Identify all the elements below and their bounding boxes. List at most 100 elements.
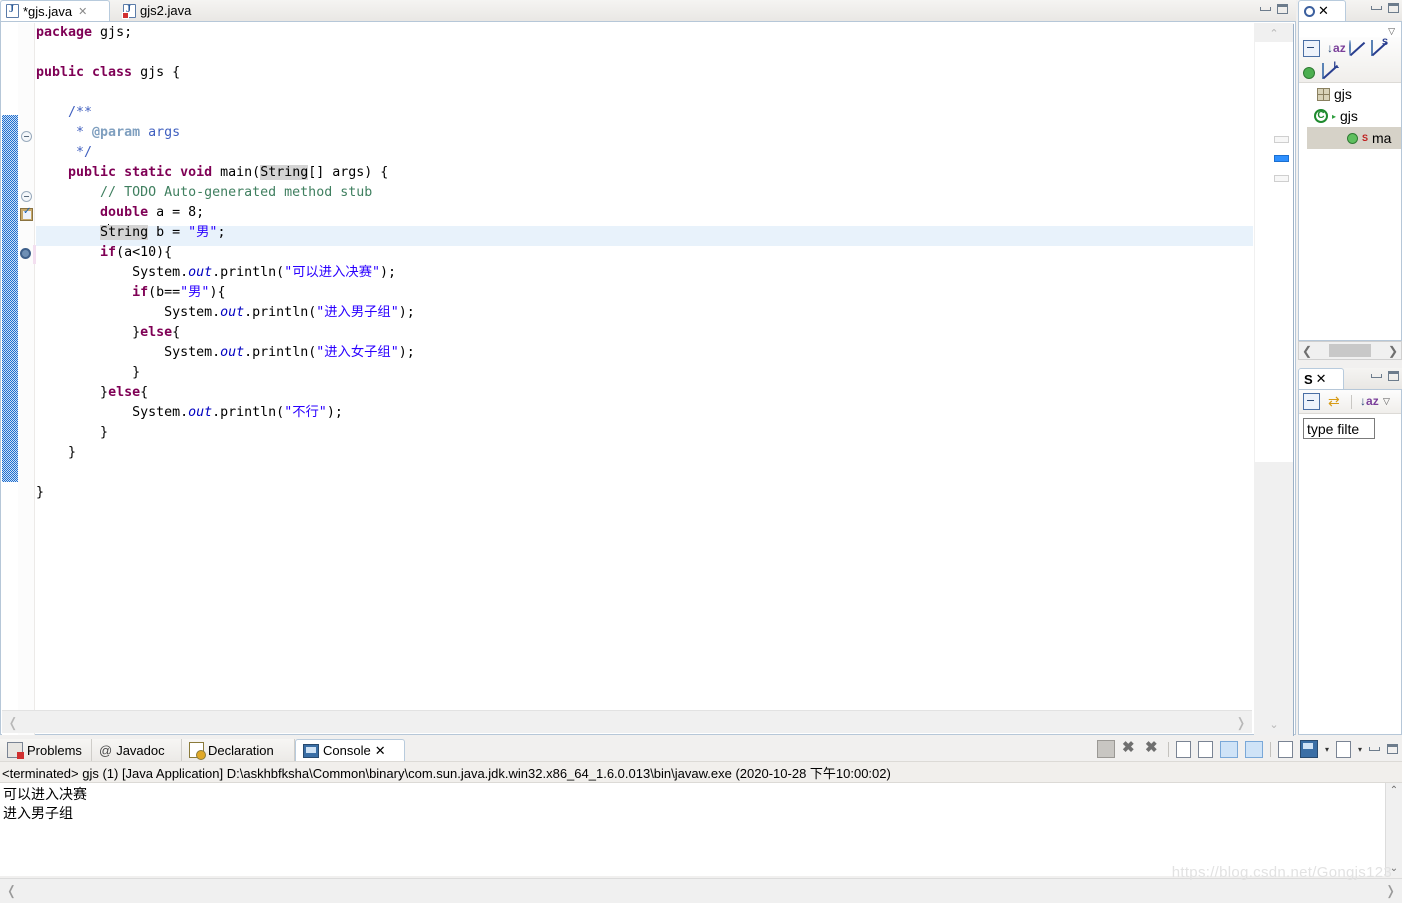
close-icon[interactable]: ✕ [78,5,87,18]
scrollbar-thumb[interactable] [1255,42,1294,462]
static-badge: S [1362,133,1369,143]
declaration-icon [189,742,206,760]
source-code[interactable]: package gjs; public class gjs { /** * @pa… [36,23,415,503]
console-launch-label: <terminated> gjs (1) [Java Application] … [0,761,1402,783]
hide-fields-icon[interactable] [1349,40,1366,57]
open-console-button[interactable] [1335,740,1351,758]
chevron-down-icon[interactable]: ▽ [1388,26,1395,36]
tasks-tab-strip: S ✕ [1298,368,1402,390]
terminate-button[interactable] [1096,740,1115,758]
method-icon [1347,132,1358,144]
tab-javadoc[interactable]: @ Javadoc [92,739,182,761]
fold-collapse-icon[interactable] [21,131,32,142]
tab-tasks[interactable]: S ✕ [1298,368,1344,389]
remove-launch-button[interactable]: ✖ [1122,740,1138,757]
fold-collapse-icon[interactable] [21,191,32,202]
console-output-line: 可以进入决赛 [3,786,87,802]
clear-console-button[interactable] [1175,740,1191,758]
outline-item-class[interactable]: C ▸ gjs [1299,105,1401,127]
filter-input[interactable]: type filte [1303,418,1375,439]
scroll-right-icon[interactable]: ❭ [1230,711,1252,734]
remove-all-terminated-button[interactable]: ✖ [1145,740,1161,757]
editor-tab-label: *gjs.java [23,3,73,19]
outline-toolbar: ↓az S L [1299,37,1401,83]
scroll-down-icon[interactable]: ⌄ [1386,863,1402,874]
scroll-lock-button[interactable] [1197,740,1213,758]
filter-input-value: type filte [1307,420,1360,437]
show-console-on-error-button[interactable] [1244,740,1263,758]
outline-item-main-method[interactable]: S ma [1307,127,1401,149]
eclipse-workbench: *gjs.java ✕ gjs2.java [0,0,1402,903]
chevron-down-icon[interactable]: ▽ [1383,396,1390,407]
hide-nonpublic-icon[interactable] [1303,66,1315,79]
folding-gutter[interactable] [18,23,35,735]
tab-outline[interactable]: ✕ [1298,0,1346,21]
breakpoint-marker-icon[interactable] [20,248,31,259]
outline-icon [1304,5,1315,17]
scroll-up-icon[interactable]: ⌃ [1386,785,1402,796]
toolbar-separator [1269,741,1271,757]
maximize-icon[interactable] [1387,744,1398,754]
outline-horizontal-scrollbar[interactable]: ❮ ❯ [1298,341,1402,360]
console-output[interactable]: 可以进入决赛 进入男子组 [0,783,1385,876]
editor-tab-gjs2-java[interactable]: gjs2.java [118,0,241,21]
show-console-on-output-button[interactable] [1219,740,1238,758]
scroll-right-icon[interactable]: ❯ [1388,344,1398,358]
overview-marker[interactable] [1274,175,1289,182]
scroll-left-icon[interactable]: ❬ [2,711,24,734]
link-with-editor-icon[interactable]: ⇄ [1328,394,1343,409]
tab-console[interactable]: Console ✕ [295,739,405,761]
display-selected-console-button[interactable] [1299,740,1318,758]
console-vertical-scrollbar[interactable]: ⌃ ⌄ [1385,783,1402,876]
hide-static-icon[interactable]: S [1371,37,1388,57]
scroll-up-icon[interactable]: ⌃ [1254,25,1294,42]
scroll-left-icon[interactable]: ❮ [1302,344,1312,358]
scrollbar-thumb[interactable] [1329,344,1371,357]
outline-view-menu[interactable]: ▽ [1299,22,1401,37]
editor-tab-label: gjs2.java [140,3,192,18]
scroll-down-icon[interactable]: ⌄ [1254,716,1294,733]
close-icon[interactable]: ✕ [375,743,386,759]
chevron-down-icon[interactable]: ▾ [1358,745,1362,754]
todo-task-marker-icon[interactable] [20,206,33,221]
maximize-icon[interactable] [1277,4,1288,14]
scroll-right-icon[interactable]: ❭ [1385,883,1396,899]
sort-icon[interactable]: ↓az [1327,41,1346,56]
overview-marker[interactable] [1274,136,1289,143]
tab-label: Declaration [208,742,274,758]
minimize-icon[interactable] [1371,6,1382,10]
pin-console-button[interactable] [1277,740,1293,758]
editor-vertical-scrollbar[interactable]: ⌃ ⌄ [1254,23,1294,736]
minimize-icon[interactable] [1371,374,1382,378]
close-icon[interactable]: ✕ [1318,3,1329,19]
maximize-icon[interactable] [1388,371,1399,381]
collapse-all-icon[interactable] [1303,393,1320,410]
tasks-view: S ✕ ⇄ ↓az ▽ type filte [1298,368,1402,735]
editor-tab-gjs-java[interactable]: *gjs.java ✕ [0,0,110,21]
minimize-icon[interactable] [1260,7,1271,11]
tab-problems[interactable]: Problems [0,739,92,761]
maximize-icon[interactable] [1388,3,1399,13]
tab-declaration[interactable]: Declaration [182,739,295,761]
collapse-all-icon[interactable] [1303,40,1320,57]
scroll-left-icon[interactable]: ❬ [6,883,17,899]
chevron-down-icon[interactable]: ▾ [1325,745,1329,754]
javadoc-icon: @ [99,742,113,758]
console-view: Problems @ Javadoc Declaration Console ✕… [0,738,1402,903]
outline-item-package[interactable]: gjs [1299,83,1401,105]
code-viewport[interactable]: package gjs; public class gjs { /** * @pa… [36,23,1253,709]
expander-triangle-icon[interactable]: ▸ [1332,112,1336,121]
outline-view: ✕ ▽ ↓az S L gjs C ▸ gjs S ma [1298,0,1402,364]
console-horizontal-scrollbar[interactable]: ❬ ❭ [0,878,1402,903]
overview-marker-occurrence[interactable] [1274,155,1289,162]
close-icon[interactable]: ✕ [1316,371,1327,387]
toolbar-separator [1351,394,1352,409]
minimize-icon[interactable] [1369,747,1380,751]
editor-horizontal-scrollbar[interactable]: ❬ ❭ [2,710,1252,733]
console-toolbar: ✖ ✖ ▾ ▾ [1096,740,1398,758]
ruler-separator [1293,24,1294,736]
outline-tree[interactable]: gjs C ▸ gjs S ma [1299,83,1401,149]
hide-local-icon[interactable]: L [1322,60,1339,80]
sort-icon[interactable]: ↓az [1360,394,1379,409]
tasks-window-buttons [1371,371,1399,381]
